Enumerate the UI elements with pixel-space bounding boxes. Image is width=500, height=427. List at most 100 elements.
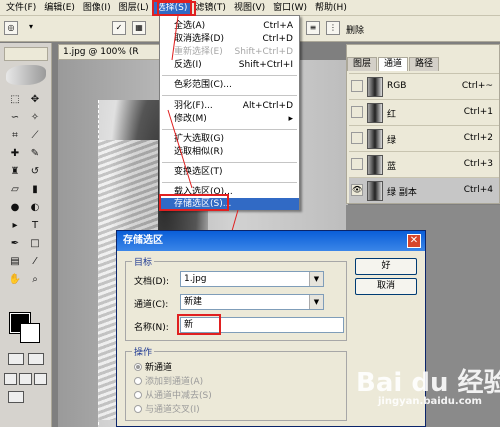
transform-icon[interactable]: ▦ <box>132 21 146 35</box>
radio-label: 新通道 <box>145 363 173 373</box>
type-tool-icon[interactable]: T <box>28 219 42 233</box>
eraser-tool-icon[interactable]: ▱ <box>8 183 22 197</box>
highlight-select-menu <box>157 1 196 16</box>
slice-tool-icon[interactable]: ⟋ <box>28 129 42 143</box>
radio-subtract-from-channel: 从通道中减去(S) <box>134 388 212 401</box>
gradient-tool-icon[interactable]: ▮ <box>28 183 42 197</box>
menu-edit[interactable]: 编辑(E) <box>40 1 79 15</box>
channel-label: 通道(C): <box>134 300 169 310</box>
menu-item-transform-selection[interactable]: 变换选区(T) <box>160 166 299 178</box>
menu-window[interactable]: 窗口(W) <box>269 1 311 15</box>
lasso-tool-icon[interactable]: ∽ <box>8 111 22 125</box>
channel-select[interactable]: 新建 ▼ <box>180 294 324 310</box>
tool-preset-icon[interactable]: ◎ <box>4 21 18 35</box>
radio-button <box>134 405 142 413</box>
menu-item-inverse[interactable]: 反选(I) Shift+Ctrl+I <box>160 59 299 71</box>
shape-tool-icon[interactable]: □ <box>28 237 42 251</box>
auto-select-icon[interactable]: ✓ <box>112 21 126 35</box>
submenu-arrow-icon: ▸ <box>288 114 293 124</box>
screen-mode-3-icon[interactable] <box>34 373 47 385</box>
document-tab[interactable]: 1.jpg @ 100% (R <box>58 44 164 60</box>
screen-mode-2-icon[interactable] <box>19 373 32 385</box>
document-select[interactable]: 1.jpg ▼ <box>180 271 324 287</box>
crop-tool-icon[interactable]: ⌗ <box>8 129 22 143</box>
channel-thumbnail <box>367 77 383 97</box>
menu-help[interactable]: 帮助(H) <box>311 1 351 15</box>
menu-bar: 文件(F) 编辑(E) 图像(I) 图层(L) 选择(S) 滤镜(T) 视图(V… <box>0 0 500 16</box>
dodge-tool-icon[interactable]: ◐ <box>28 201 42 215</box>
watermark-url: jingyan.baidu.com <box>378 396 482 407</box>
name-label: 名称(N): <box>134 323 169 333</box>
delete-label[interactable]: 删除 <box>346 23 364 36</box>
chevron-down-icon[interactable]: ▼ <box>309 295 323 309</box>
channel-row-red[interactable]: 红 Ctrl+1 <box>349 99 499 125</box>
channel-name: RGB <box>387 81 407 91</box>
screen-mode-1-icon[interactable] <box>4 373 17 385</box>
tab-layers[interactable]: 图层 <box>347 57 378 71</box>
menu-item-feather[interactable]: 羽化(F)... Alt+Ctrl+D <box>160 100 299 112</box>
menu-item-modify[interactable]: 修改(M) ▸ <box>160 113 299 125</box>
menu-filter[interactable]: 滤镜(T) <box>191 1 230 15</box>
channel-row-rgb[interactable]: RGB Ctrl+~ <box>349 73 499 99</box>
menu-image[interactable]: 图像(I) <box>79 1 115 15</box>
menu-item-label: 修改(M) <box>174 114 207 124</box>
background-color-swatch[interactable] <box>20 323 40 343</box>
chevron-down-icon[interactable]: ▾ <box>24 21 38 35</box>
menu-item-label: 变换选区(T) <box>174 167 223 177</box>
clone-stamp-icon[interactable]: ♜ <box>8 165 22 179</box>
menu-item-shortcut: Ctrl+A <box>263 21 293 31</box>
channel-row-green[interactable]: 绿 Ctrl+2 <box>349 125 499 151</box>
eyedropper-icon[interactable]: ⁄ <box>28 255 42 269</box>
radio-new-channel[interactable]: 新通道 <box>134 360 172 373</box>
menu-item-select-all[interactable]: 全选(A) Ctrl+A <box>160 20 299 32</box>
healing-brush-icon[interactable]: ✚ <box>8 147 22 161</box>
close-icon[interactable]: ✕ <box>407 234 421 248</box>
channel-name: 红 <box>387 110 397 120</box>
tab-channels[interactable]: 通道 <box>378 57 409 71</box>
menu-item-grow[interactable]: 扩大选取(G) <box>160 133 299 145</box>
menu-file[interactable]: 文件(F) <box>2 1 40 15</box>
blur-tool-icon[interactable]: ● <box>8 201 22 215</box>
channel-row-green-copy[interactable]: 👁 绿 副本 Ctrl+4 <box>349 177 499 203</box>
move-tool-icon[interactable]: ✥ <box>28 93 42 107</box>
hand-tool-icon[interactable]: ✋ <box>8 273 22 287</box>
jump-to-imageready-icon[interactable] <box>8 391 24 403</box>
cancel-button[interactable]: 取消 <box>355 278 417 295</box>
menu-item-similar[interactable]: 选取相似(R) <box>160 146 299 158</box>
channel-row-blue[interactable]: 蓝 Ctrl+3 <box>349 151 499 177</box>
align-icon[interactable]: ≡ <box>306 21 320 35</box>
menu-item-label: 重新选择(E) <box>174 47 223 57</box>
history-brush-icon[interactable]: ↺ <box>28 165 42 179</box>
menu-item-deselect[interactable]: 取消选择(D) Ctrl+D <box>160 33 299 45</box>
visibility-toggle[interactable] <box>351 80 363 92</box>
quick-mask-icon[interactable] <box>28 353 44 365</box>
menu-item-label: 选取相似(R) <box>174 147 224 157</box>
radio-label: 与通道交叉(I) <box>145 405 200 415</box>
menu-layer[interactable]: 图层(L) <box>115 1 153 15</box>
eye-icon[interactable]: 👁 <box>351 184 363 196</box>
pen-tool-icon[interactable]: ✒ <box>8 237 22 251</box>
distribute-icon[interactable]: ⋮ <box>326 21 340 35</box>
menu-separator <box>162 162 297 163</box>
magic-wand-icon[interactable]: ✧ <box>28 111 42 125</box>
marquee-tool-icon[interactable]: ⬚ <box>8 93 22 107</box>
ok-button[interactable]: 好 <box>355 258 417 275</box>
notes-tool-icon[interactable]: ▤ <box>8 255 22 269</box>
visibility-toggle[interactable] <box>351 132 363 144</box>
menu-view[interactable]: 视图(V) <box>230 1 269 15</box>
chevron-down-icon[interactable]: ▼ <box>309 272 323 286</box>
visibility-toggle[interactable] <box>351 106 363 118</box>
radio-label: 添加到通道(A) <box>145 377 204 387</box>
radio-button[interactable] <box>134 363 142 371</box>
menu-item-label: 反选(I) <box>174 60 202 70</box>
zoom-tool-icon[interactable]: ⌕ <box>28 273 42 287</box>
channel-name: 绿 副本 <box>387 188 417 198</box>
visibility-toggle[interactable] <box>351 158 363 170</box>
menu-item-color-range[interactable]: 色彩范围(C)... <box>160 79 299 91</box>
tab-paths[interactable]: 路径 <box>409 57 440 71</box>
channel-thumbnail <box>367 155 383 175</box>
standard-mode-icon[interactable] <box>8 353 24 365</box>
path-select-icon[interactable]: ▸ <box>8 219 22 233</box>
menu-separator <box>162 95 297 96</box>
brush-tool-icon[interactable]: ✎ <box>28 147 42 161</box>
